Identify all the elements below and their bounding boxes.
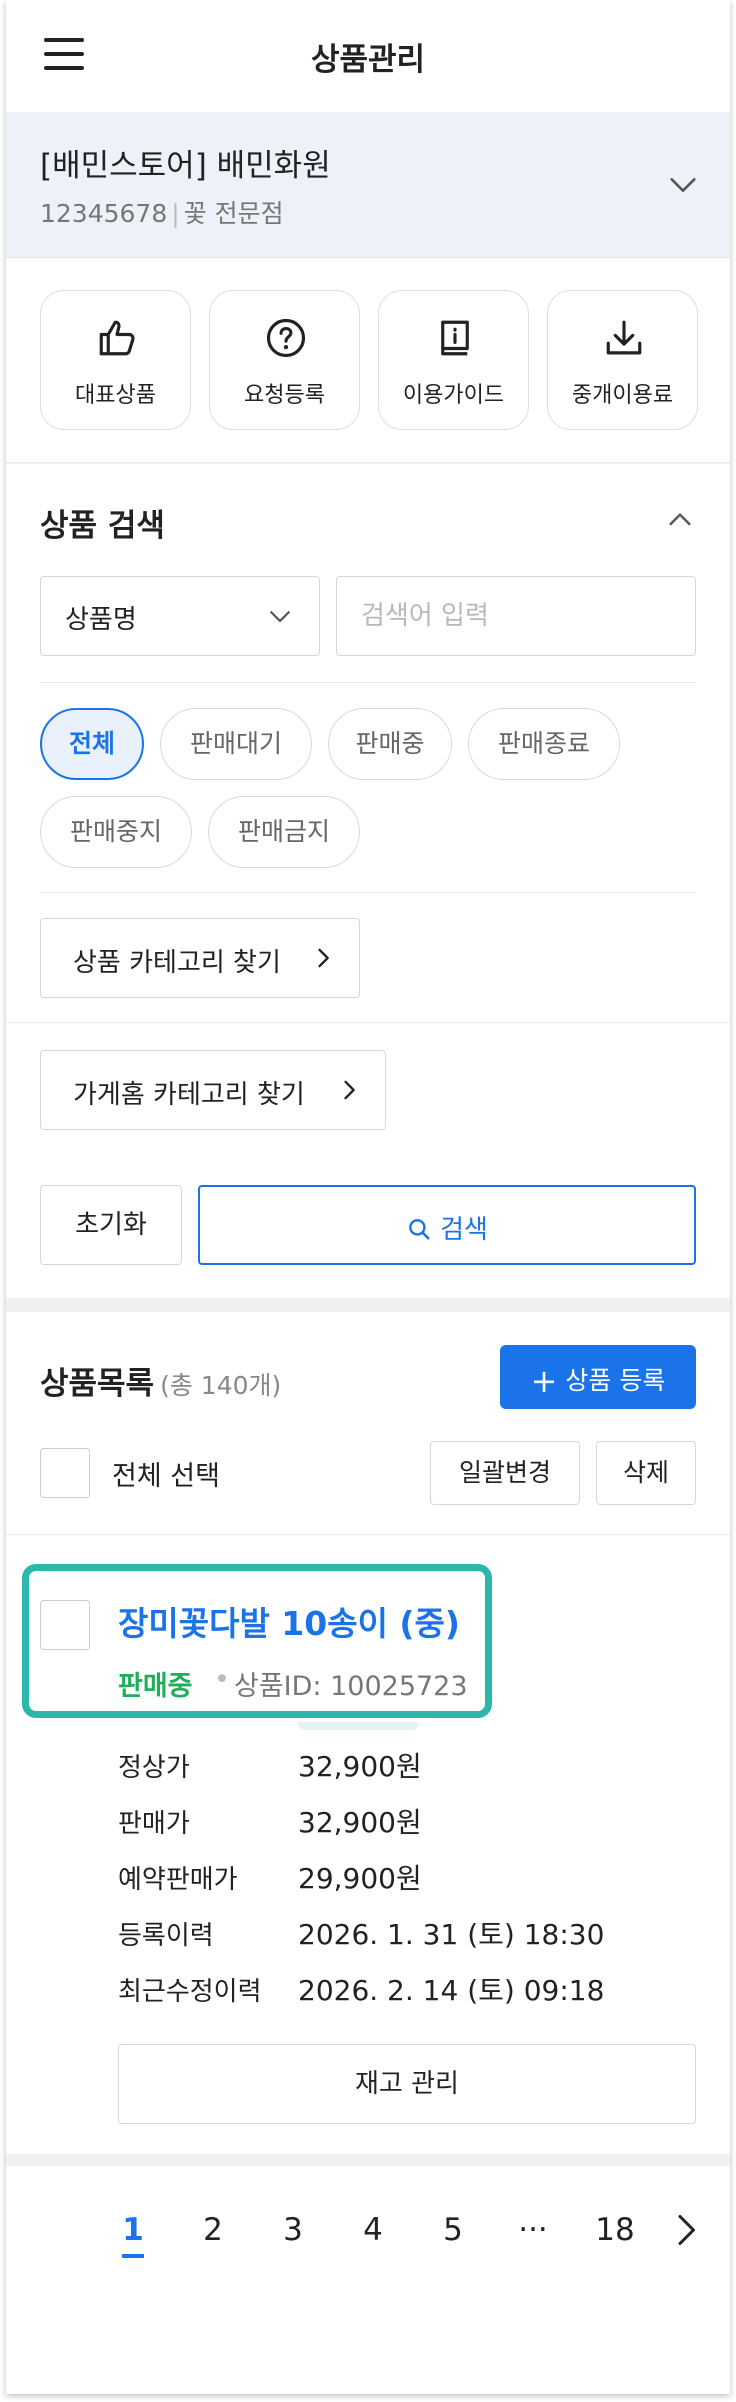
page-ellipsis: ··· — [518, 2212, 548, 2248]
list-title-text: 상품목록 — [40, 1366, 155, 1402]
divider — [6, 1534, 730, 1535]
product-name-link[interactable]: 장미꽃다발 10송이 (중) — [118, 1597, 460, 1645]
page-1[interactable]: 1 — [108, 2212, 158, 2258]
detail-label: 판매가 — [118, 1809, 190, 1839]
search-field-select[interactable]: 상품명 — [40, 576, 320, 656]
search-icon — [409, 1219, 430, 1240]
page-3[interactable]: 3 — [268, 2212, 318, 2248]
detail-label: 최근수정이력 — [118, 1977, 262, 2007]
detail-value: 2026. 1. 31 (토) 18:30 — [298, 1918, 605, 1951]
store-selector[interactable]: [배민스토어] 배민화원 12345678 | 꽃 전문점 — [6, 112, 730, 258]
app-frame: 상품관리 [배민스토어] 배민화원 12345678 | 꽃 전문점 대표상품 요청… — [6, 0, 730, 2394]
chip-pending[interactable]: 판매대기 — [160, 708, 312, 780]
bulk-edit-button[interactable]: 일괄변경 — [430, 1441, 580, 1505]
list-count: (총 140개) — [160, 1371, 282, 1400]
search-section-title: 상품 검색 — [40, 508, 165, 544]
divider — [40, 682, 696, 683]
page-2[interactable]: 2 — [188, 2212, 238, 2248]
search-input[interactable] — [336, 576, 696, 656]
store-info-separator: | — [171, 199, 180, 228]
quick-item-guide[interactable]: 이용가이드 — [378, 290, 529, 430]
divider — [40, 892, 696, 893]
chevron-down-icon — [270, 611, 290, 623]
store-category-label: 가게홈 카테고리 찾기 — [73, 1080, 305, 1110]
delete-button[interactable]: 삭제 — [596, 1441, 696, 1505]
page-18[interactable]: 18 — [590, 2212, 640, 2248]
list-title: 상품목록 (총 140개) — [40, 1358, 281, 1403]
guide-book-icon — [441, 320, 469, 356]
chevron-right-icon — [318, 948, 329, 968]
product-checkbox[interactable] — [40, 1600, 90, 1650]
detail-value: 32,900원 — [298, 1750, 422, 1783]
divider — [6, 462, 730, 464]
detail-value: 29,900원 — [298, 1862, 422, 1895]
store-type: 꽃 전문점 — [183, 199, 284, 228]
quick-item-label: 대표상품 — [75, 383, 156, 408]
quick-item-featured[interactable]: 대표상품 — [40, 290, 191, 430]
chip-on-sale[interactable]: 판매중 — [328, 708, 452, 780]
detail-label: 등록이력 — [118, 1921, 214, 1951]
store-id: 12345678 — [40, 199, 168, 228]
select-all-checkbox[interactable] — [40, 1448, 90, 1498]
product-category-label: 상품 카테고리 찾기 — [73, 948, 281, 978]
thumbs-up-icon — [99, 320, 135, 356]
quick-item-label: 이용가이드 — [402, 383, 505, 408]
status-separator-dot: • — [214, 1664, 230, 1695]
chip-stopped[interactable]: 판매중지 — [40, 796, 192, 868]
divider — [6, 1022, 730, 1023]
chip-all[interactable]: 전체 — [40, 708, 144, 780]
reset-button[interactable]: 초기화 — [40, 1185, 182, 1265]
page-5[interactable]: 5 — [428, 2212, 478, 2248]
download-icon — [606, 320, 642, 355]
chip-ended[interactable]: 판매종료 — [468, 708, 620, 780]
register-product-button[interactable]: + 상품 등록 — [500, 1345, 696, 1409]
product-id: 상품ID: 10025723 — [234, 1671, 468, 1702]
chevron-right-icon — [344, 1080, 355, 1100]
chevron-up-icon[interactable] — [664, 504, 696, 536]
detail-value: 2026. 2. 14 (토) 09:18 — [298, 1974, 605, 2007]
page-4[interactable]: 4 — [348, 2212, 398, 2248]
header: 상품관리 — [6, 0, 730, 112]
chip-banned[interactable]: 판매금지 — [208, 796, 360, 868]
quick-item-fee[interactable]: 중개이용료 — [547, 290, 698, 430]
search-field-value: 상품명 — [65, 605, 137, 635]
page-title: 상품관리 — [310, 42, 426, 78]
quick-item-label: 요청등록 — [244, 383, 325, 408]
detail-label: 정상가 — [118, 1753, 190, 1783]
store-category-button[interactable]: 가게홈 카테고리 찾기 — [40, 1050, 386, 1130]
plus-icon: + — [530, 1362, 558, 1400]
quick-item-request[interactable]: 요청등록 — [209, 290, 360, 430]
quick-item-label: 중개이용료 — [571, 383, 674, 408]
select-all-label: 전체 선택 — [112, 1461, 220, 1492]
register-button-label: 상품 등록 — [565, 1366, 666, 1395]
chevron-down-icon — [670, 178, 696, 192]
store-name: [배민스토어] 배민화원 — [40, 148, 331, 184]
store-info: 12345678 | 꽃 전문점 — [40, 194, 284, 230]
status-badge: 판매중 — [118, 1671, 193, 1702]
detail-value: 32,900원 — [298, 1806, 422, 1839]
chevron-right-icon[interactable] — [668, 2210, 704, 2250]
section-separator — [6, 1298, 730, 1312]
search-button-label: 검색 — [440, 1215, 488, 1245]
product-category-button[interactable]: 상품 카테고리 찾기 — [40, 918, 360, 998]
detail-label: 예약판매가 — [118, 1865, 238, 1895]
question-circle-icon — [266, 318, 306, 358]
stock-management-button[interactable]: 재고 관리 — [118, 2044, 696, 2124]
search-button[interactable]: 검색 — [198, 1185, 696, 1265]
section-separator — [6, 2154, 730, 2166]
decorative-tab — [298, 1722, 418, 1730]
quick-menu: 대표상품 요청등록 이용가이드 중개이용료 — [40, 290, 700, 430]
